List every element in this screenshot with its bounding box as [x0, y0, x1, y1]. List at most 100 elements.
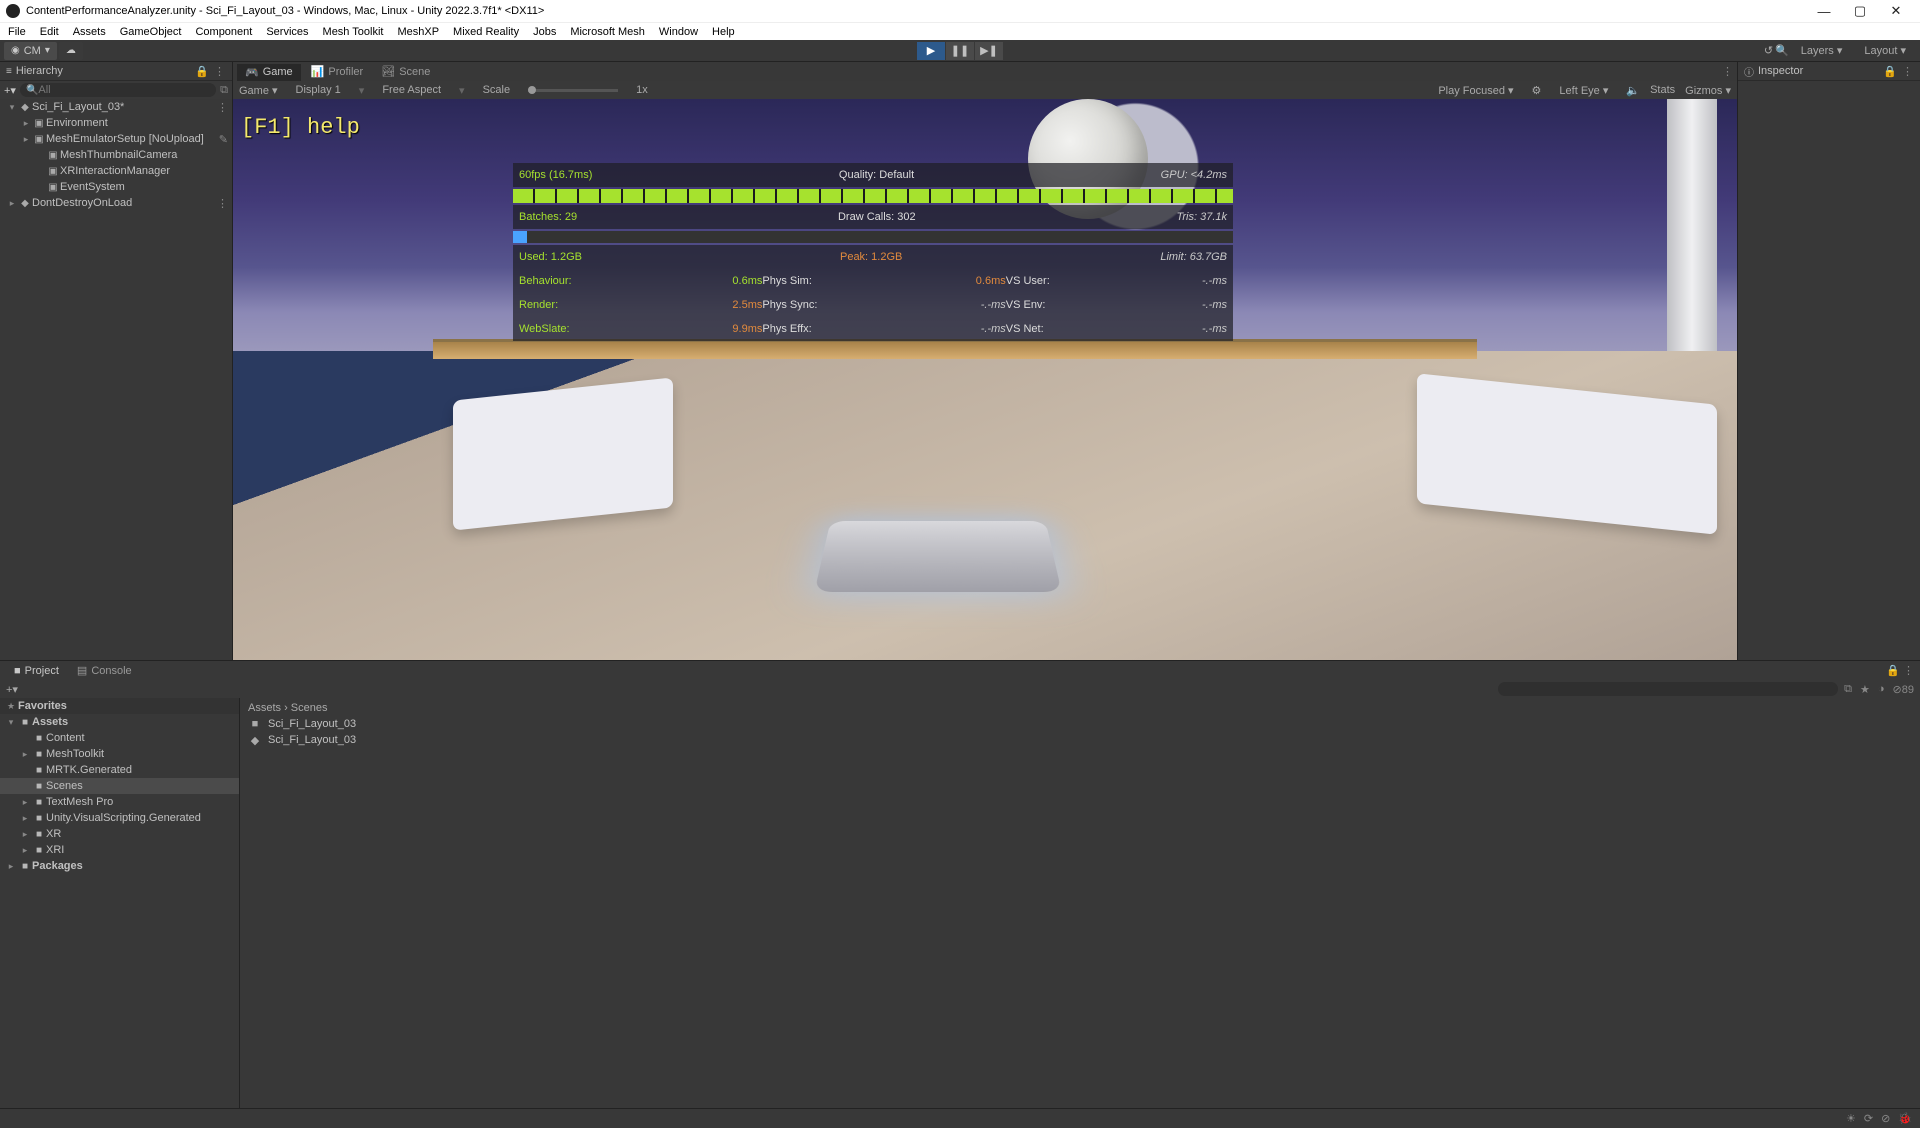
- hierarchy-item[interactable]: ▣MeshThumbnailCamera: [0, 147, 232, 163]
- view-tabs: 🎮 Game 📊 Profiler 🏞 Scene ⋮: [233, 62, 1737, 81]
- project-create-dropdown[interactable]: +▾: [6, 683, 18, 696]
- expand-arrow-icon[interactable]: ▸: [20, 118, 32, 129]
- account-dropdown[interactable]: ◉ CM▾: [4, 42, 57, 60]
- menu-assets[interactable]: Assets: [73, 26, 106, 38]
- status-sun-icon[interactable]: ☀: [1846, 1112, 1856, 1125]
- project-tree-item[interactable]: ▸■Packages: [0, 858, 239, 874]
- item-trailing-icon[interactable]: ⋮: [217, 197, 232, 210]
- hierarchy-item[interactable]: ▾◆Sci_Fi_Layout_03*⋮: [0, 99, 232, 115]
- search-by-type-icon[interactable]: ⧉: [1844, 683, 1852, 696]
- inspector-tab[interactable]: ⓘ Inspector 🔒 ⋮: [1738, 62, 1920, 81]
- mute-audio-icon[interactable]: 🔈: [1626, 84, 1640, 97]
- gizmos-dropdown[interactable]: Gizmos ▾: [1685, 84, 1731, 97]
- layers-dropdown[interactable]: Layers ▾: [1791, 44, 1853, 57]
- scene-table-decor: [814, 521, 1061, 592]
- menu-edit[interactable]: Edit: [40, 26, 59, 38]
- maximize-button[interactable]: ▢: [1842, 0, 1878, 22]
- item-trailing-icon[interactable]: ⋮: [217, 101, 232, 114]
- hierarchy-tab[interactable]: ≡ Hierarchy 🔒 ⋮: [0, 62, 232, 81]
- project-tree[interactable]: ★Favorites ▾■Assets■Content▸■MeshToolkit…: [0, 698, 240, 1108]
- menu-meshxp[interactable]: MeshXP: [397, 26, 439, 38]
- menu-jobs[interactable]: Jobs: [533, 26, 556, 38]
- layout-dropdown[interactable]: Layout ▾: [1854, 44, 1916, 57]
- menu-window[interactable]: Window: [659, 26, 698, 38]
- close-button[interactable]: ✕: [1878, 0, 1914, 22]
- pause-button[interactable]: ❚❚: [946, 42, 974, 60]
- cloud-button[interactable]: ☁: [59, 42, 83, 60]
- project-tree-item[interactable]: ■Content: [0, 730, 239, 746]
- expand-arrow-icon[interactable]: ▾: [6, 102, 18, 113]
- menu-mesh-toolkit[interactable]: Mesh Toolkit: [323, 26, 384, 38]
- hierarchy-item[interactable]: ▸▣MeshEmulatorSetup [NoUpload]✎: [0, 131, 232, 147]
- minimize-button[interactable]: —: [1806, 0, 1842, 22]
- tab-project[interactable]: ■ Project: [6, 663, 67, 679]
- project-tree-item[interactable]: ■Scenes: [0, 778, 239, 794]
- status-bug-icon[interactable]: 🐞: [1898, 1112, 1912, 1125]
- menu-file[interactable]: File: [8, 26, 26, 38]
- scale-slider[interactable]: [528, 89, 618, 92]
- display-dropdown[interactable]: Display 1: [296, 84, 341, 96]
- menu-mixed-reality[interactable]: Mixed Reality: [453, 26, 519, 38]
- project-search[interactable]: [1498, 682, 1838, 696]
- create-dropdown[interactable]: +▾: [4, 84, 16, 97]
- hierarchy-search[interactable]: 🔍 All: [20, 83, 216, 97]
- menu-services[interactable]: Services: [266, 26, 308, 38]
- unity-logo-icon: [6, 4, 20, 18]
- expand-arrow-icon[interactable]: ▸: [18, 813, 32, 824]
- game-viewport[interactable]: [F1] help 60fps (16.7ms)Quality: Default…: [233, 99, 1737, 660]
- view-options-icon[interactable]: ⋮: [1722, 65, 1733, 78]
- game-mode-dropdown[interactable]: Game ▾: [239, 84, 278, 97]
- gameobject-icon: ▣: [46, 166, 60, 177]
- expand-arrow-icon[interactable]: ▸: [18, 749, 32, 760]
- hierarchy-filter-icon[interactable]: ⧉: [220, 84, 228, 97]
- expand-arrow-icon[interactable]: ▸: [18, 797, 32, 808]
- hierarchy-options-icon[interactable]: 🔒 ⋮: [195, 65, 226, 78]
- expand-arrow-icon[interactable]: ▸: [20, 134, 32, 145]
- tab-profiler[interactable]: 📊 Profiler: [303, 63, 372, 80]
- hierarchy-item[interactable]: ▣EventSystem: [0, 179, 232, 195]
- hidden-packages-icon[interactable]: ◑: [1878, 683, 1885, 696]
- search-global-icon[interactable]: 🔍: [1775, 44, 1789, 57]
- status-block-icon[interactable]: ⊘: [1881, 1112, 1890, 1125]
- step-button[interactable]: ▶❚: [975, 42, 1003, 60]
- play-button[interactable]: ▶: [917, 42, 945, 60]
- inspector-icon: ⓘ: [1744, 64, 1754, 79]
- expand-arrow-icon[interactable]: ▸: [4, 861, 18, 872]
- project-content[interactable]: Assets › Scenes ■Sci_Fi_Layout_03◆Sci_Fi…: [240, 698, 1920, 1108]
- project-breadcrumb[interactable]: Assets › Scenes: [248, 702, 1912, 714]
- hierarchy-item[interactable]: ▣XRInteractionManager: [0, 163, 232, 179]
- tab-game[interactable]: 🎮 Game: [237, 63, 301, 81]
- item-trailing-icon[interactable]: ✎: [219, 133, 232, 146]
- eye-dropdown[interactable]: Left Eye ▾: [1559, 84, 1608, 97]
- project-tree-item[interactable]: ▸■TextMesh Pro: [0, 794, 239, 810]
- menu-component[interactable]: Component: [195, 26, 252, 38]
- expand-arrow-icon[interactable]: ▸: [6, 198, 18, 209]
- hierarchy-item[interactable]: ▸◆DontDestroyOnLoad⋮: [0, 195, 232, 211]
- tab-scene[interactable]: 🏞 Scene: [373, 63, 438, 80]
- project-tree-item[interactable]: ▾■Assets: [0, 714, 239, 730]
- menu-gameobject[interactable]: GameObject: [120, 26, 182, 38]
- expand-arrow-icon[interactable]: ▾: [4, 717, 18, 728]
- project-tree-item[interactable]: ■MRTK.Generated: [0, 762, 239, 778]
- tab-console[interactable]: ▤ Console: [69, 662, 140, 679]
- project-tree-item[interactable]: ▸■MeshToolkit: [0, 746, 239, 762]
- undo-history-icon[interactable]: ↺: [1764, 44, 1773, 57]
- inspector-options-icon[interactable]: 🔒 ⋮: [1883, 65, 1914, 78]
- expand-arrow-icon[interactable]: ▸: [18, 829, 32, 840]
- menu-help[interactable]: Help: [712, 26, 735, 38]
- project-asset-item[interactable]: ◆Sci_Fi_Layout_03: [248, 732, 1912, 748]
- project-tree-item[interactable]: ▸■XR: [0, 826, 239, 842]
- aspect-dropdown[interactable]: Free Aspect: [382, 84, 441, 96]
- search-by-label-icon[interactable]: ★: [1860, 683, 1870, 696]
- project-lock-icon[interactable]: 🔒 ⋮: [1886, 664, 1914, 677]
- stats-toggle[interactable]: Stats: [1650, 84, 1675, 96]
- vr-gear-icon[interactable]: ⚙: [1532, 84, 1542, 97]
- project-tree-item[interactable]: ▸■Unity.VisualScripting.Generated: [0, 810, 239, 826]
- play-focused-dropdown[interactable]: Play Focused ▾: [1438, 84, 1513, 97]
- project-tree-item[interactable]: ▸■XRI: [0, 842, 239, 858]
- menu-microsoft-mesh[interactable]: Microsoft Mesh: [570, 26, 645, 38]
- project-asset-item[interactable]: ■Sci_Fi_Layout_03: [248, 716, 1912, 732]
- status-refresh-icon[interactable]: ⟳: [1864, 1112, 1873, 1125]
- expand-arrow-icon[interactable]: ▸: [18, 845, 32, 856]
- hierarchy-item[interactable]: ▸▣Environment: [0, 115, 232, 131]
